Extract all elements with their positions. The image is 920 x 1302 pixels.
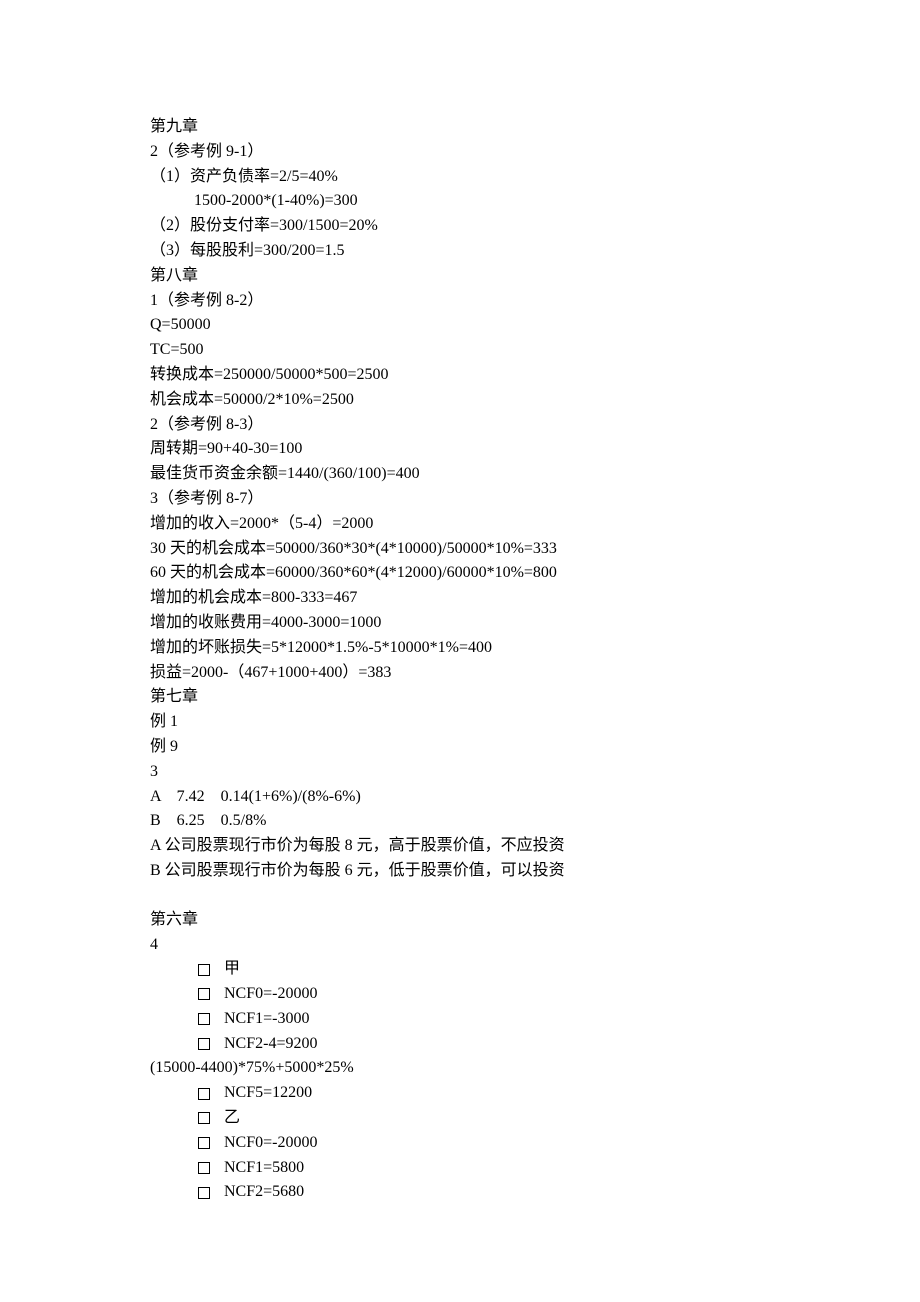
text-line: 损益=2000-（467+1000+400）=383 <box>150 661 770 686</box>
text-line: 增加的坏账损失=5*12000*1.5%-5*10000*1%=400 <box>150 636 770 661</box>
text-line: B 公司股票现行市价为每股 6 元，低于股票价值，可以投资 <box>150 859 770 884</box>
text-line: 2（参考例 9-1） <box>150 140 770 165</box>
text-line: A 7.42 0.14(1+6%)/(8%-6%) <box>150 785 770 810</box>
blank-line <box>150 884 770 908</box>
square-bullet-icon <box>198 1013 210 1025</box>
list-item-label: NCF1=-3000 <box>224 1007 309 1032</box>
list-item: NCF2=5680 <box>150 1180 770 1205</box>
text-line: 1（参考例 8-2） <box>150 289 770 314</box>
text-line: 第八章 <box>150 264 770 289</box>
text-line: 第七章 <box>150 685 770 710</box>
list-item: NCF0=-20000 <box>150 982 770 1007</box>
text-block-main: 第九章 2（参考例 9-1） （1）资产负债率=2/5=40% 1500-200… <box>150 115 770 884</box>
list-item: NCF1=-3000 <box>150 1007 770 1032</box>
list-item-label: NCF0=-20000 <box>224 1131 317 1156</box>
document-page: 第九章 2（参考例 9-1） （1）资产负债率=2/5=40% 1500-200… <box>0 0 920 1302</box>
text-line: TC=500 <box>150 338 770 363</box>
text-line: 例 9 <box>150 735 770 760</box>
text-line: 第九章 <box>150 115 770 140</box>
text-line: 例 1 <box>150 710 770 735</box>
list-item: 甲 <box>150 957 770 982</box>
text-line: Q=50000 <box>150 313 770 338</box>
list-item-label: 甲 <box>224 957 240 982</box>
text-line: 2（参考例 8-3） <box>150 413 770 438</box>
text-line: (15000-4400)*75%+5000*25% <box>150 1056 770 1081</box>
text-line: 3（参考例 8-7） <box>150 487 770 512</box>
square-bullet-icon <box>198 988 210 1000</box>
text-line: 1500-2000*(1-40%)=300 <box>150 189 770 214</box>
text-line: （2）股份支付率=300/1500=20% <box>150 214 770 239</box>
list-item-label: NCF2=5680 <box>224 1180 304 1205</box>
text-line: 60 天的机会成本=60000/360*60*(4*12000)/60000*1… <box>150 561 770 586</box>
list-item-label: 乙 <box>224 1106 240 1131</box>
list-item: NCF0=-20000 <box>150 1131 770 1156</box>
text-line: 最佳货币资金余额=1440/(360/100)=400 <box>150 462 770 487</box>
text-line: 3 <box>150 760 770 785</box>
text-line: 周转期=90+40-30=100 <box>150 437 770 462</box>
text-line: A 公司股票现行市价为每股 8 元，高于股票价值，不应投资 <box>150 834 770 859</box>
text-line: 机会成本=50000/2*10%=2500 <box>150 388 770 413</box>
list-item-label: NCF5=12200 <box>224 1081 312 1106</box>
square-bullet-icon <box>198 1088 210 1100</box>
list-item-label: NCF0=-20000 <box>224 982 317 1007</box>
list-item: NCF5=12200 <box>150 1081 770 1106</box>
chapter-heading: 第六章 <box>150 908 770 933</box>
list-item: NCF1=5800 <box>150 1156 770 1181</box>
square-bullet-icon <box>198 1187 210 1199</box>
list-item-label: NCF2-4=9200 <box>224 1032 317 1057</box>
text-line: 增加的机会成本=800-333=467 <box>150 586 770 611</box>
text-line: 4 <box>150 933 770 958</box>
text-line: 增加的收账费用=4000-3000=1000 <box>150 611 770 636</box>
square-bullet-icon <box>198 1038 210 1050</box>
text-line: （3）每股股利=300/200=1.5 <box>150 239 770 264</box>
list-item: 乙 <box>150 1106 770 1131</box>
square-bullet-icon <box>198 1137 210 1149</box>
bullet-list: NCF5=12200 乙 NCF0=-20000 NCF1=5800 NCF2=… <box>150 1081 770 1205</box>
text-line: （1）资产负债率=2/5=40% <box>150 165 770 190</box>
text-line: 30 天的机会成本=50000/360*30*(4*10000)/50000*1… <box>150 537 770 562</box>
square-bullet-icon <box>198 964 210 976</box>
list-item: NCF2-4=9200 <box>150 1032 770 1057</box>
square-bullet-icon <box>198 1162 210 1174</box>
bullet-list: 甲 NCF0=-20000 NCF1=-3000 NCF2-4=9200 <box>150 957 770 1056</box>
text-line: 转换成本=250000/50000*500=2500 <box>150 363 770 388</box>
text-line: B 6.25 0.5/8% <box>150 809 770 834</box>
list-item-label: NCF1=5800 <box>224 1156 304 1181</box>
square-bullet-icon <box>198 1112 210 1124</box>
text-line: 增加的收入=2000*（5-4）=2000 <box>150 512 770 537</box>
